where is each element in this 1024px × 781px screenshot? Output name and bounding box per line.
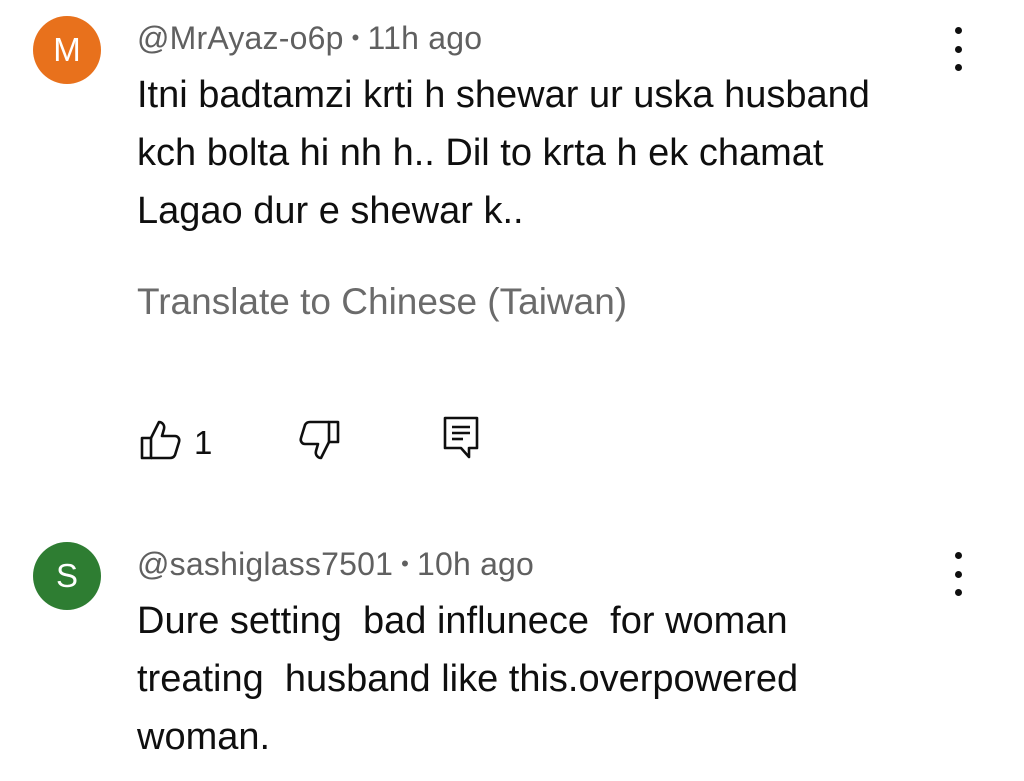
like-count: 1	[194, 423, 213, 461]
meta-separator: •	[351, 25, 360, 50]
comment-text-line: Dure setting bad influnece for woman	[137, 600, 788, 642]
reply-icon	[441, 414, 481, 465]
comment-text-line: Lagao dur e shewar k..	[137, 190, 524, 232]
comment-time[interactable]: 10h ago	[417, 546, 534, 582]
avatar[interactable]: M	[33, 16, 101, 84]
comment-text-line: treating husband like this.overpowered	[137, 658, 799, 700]
more-vert-icon[interactable]	[944, 552, 972, 596]
thumbs-down-icon	[298, 418, 342, 467]
comment-meta: @MrAyaz-o6p • 11h ago	[137, 20, 482, 57]
comment-item: M @MrAyaz-o6p • 11h ago Itni badtamzi krti…	[0, 0, 1024, 500]
comment-text: Dure setting bad influnece for woman tre…	[137, 592, 957, 766]
avatar-letter: S	[55, 557, 78, 594]
comment-text-line: woman.	[137, 716, 271, 758]
comment-text-line: kch bolta hi nh h.. Dil to krta h ek cha…	[137, 132, 824, 174]
thumbs-up-icon	[138, 418, 182, 467]
meta-separator: •	[401, 551, 409, 576]
avatar[interactable]: S	[33, 542, 101, 610]
comments-page: M @MrAyaz-o6p • 11h ago Itni badtamzi krti…	[0, 0, 1024, 781]
comment-time[interactable]: 11h ago	[368, 20, 483, 56]
comment-meta: @sashiglass7501 • 10h ago	[137, 546, 534, 583]
comment-text: Itni badtamzi krti h shewar ur uska husb…	[137, 66, 957, 240]
comment-text-line: Itni badtamzi krti h shewar ur uska husb…	[137, 74, 870, 116]
like-button[interactable]: 1	[138, 418, 212, 467]
reply-button[interactable]	[441, 414, 481, 465]
more-vert-icon[interactable]	[944, 27, 972, 71]
comment-item: S @sashiglass7501 • 10h ago Dure setting b…	[0, 530, 1024, 781]
dislike-button[interactable]	[298, 418, 342, 467]
avatar-letter: M	[53, 31, 81, 68]
translate-link[interactable]: Translate to Chinese (Taiwan)	[137, 281, 627, 323]
author-handle[interactable]: @sashiglass7501	[137, 546, 393, 582]
author-handle[interactable]: @MrAyaz-o6p	[137, 20, 344, 56]
